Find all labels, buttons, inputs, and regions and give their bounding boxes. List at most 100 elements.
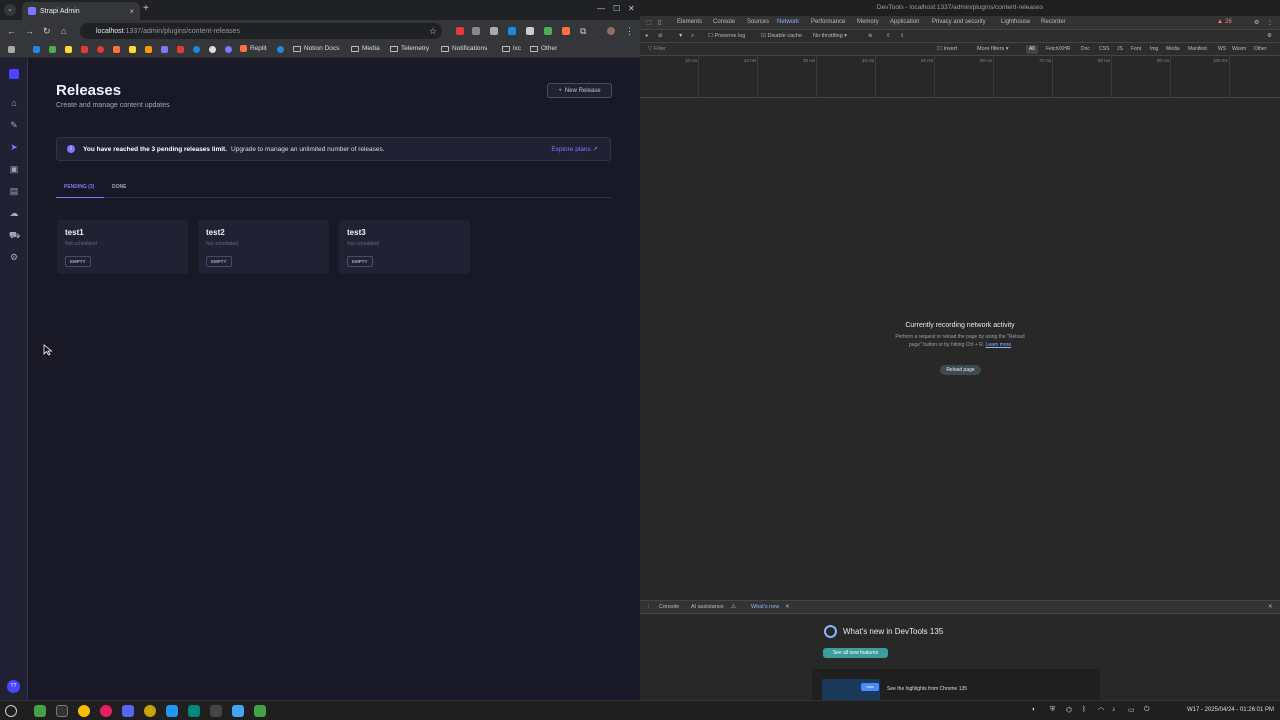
- tab-sources[interactable]: Sources: [747, 19, 769, 25]
- bookmark-replit[interactable]: Replit: [240, 45, 267, 52]
- app-icon[interactable]: [188, 705, 200, 717]
- tab-close-icon[interactable]: ×: [129, 7, 134, 16]
- bluetooth-icon[interactable]: ᛒ: [1082, 706, 1086, 713]
- extension-icon[interactable]: [456, 27, 464, 35]
- extension-icon[interactable]: [562, 27, 570, 35]
- tab-privacy-security[interactable]: Privacy and security: [932, 19, 986, 25]
- issues-icon[interactable]: ▲: [1217, 19, 1223, 25]
- extension-icon[interactable]: [508, 27, 516, 35]
- bookmark-icon[interactable]: [97, 46, 104, 53]
- release-card[interactable]: test3 Not scheduled EMPTY: [339, 220, 470, 274]
- tab-elements[interactable]: Elements: [677, 19, 702, 25]
- network-settings-icon[interactable]: ⚙: [1267, 33, 1272, 39]
- home-icon[interactable]: ⌂: [9, 98, 19, 108]
- apps-icon[interactable]: [8, 46, 15, 53]
- filter-chip-manifest[interactable]: Manifest: [1185, 45, 1210, 54]
- extension-icon[interactable]: [472, 27, 480, 35]
- tab-application[interactable]: Application: [890, 19, 919, 25]
- invert-checkbox[interactable]: ☐ Invert: [937, 46, 957, 52]
- network-conditions-icon[interactable]: ≋: [868, 33, 873, 39]
- throttling-select[interactable]: No throttling ▾: [813, 33, 847, 39]
- new-tab-button[interactable]: +: [143, 3, 149, 14]
- filter-chip-img[interactable]: Img: [1147, 45, 1161, 54]
- bookmark-icon[interactable]: [33, 46, 40, 53]
- strapi-logo[interactable]: [9, 69, 19, 79]
- tab-done[interactable]: DONE: [112, 184, 126, 190]
- explore-plans-link[interactable]: Explore plans ↗: [551, 145, 598, 153]
- tab-network[interactable]: Network: [777, 19, 799, 25]
- bookmark-other[interactable]: Other: [530, 45, 557, 52]
- record-icon[interactable]: ●: [645, 33, 648, 39]
- media-library-icon[interactable]: ▣: [9, 164, 19, 174]
- url-input[interactable]: localhost:1337/admin/plugins/content-rel…: [80, 23, 442, 39]
- release-card[interactable]: test2 Not scheduled EMPTY: [198, 220, 329, 274]
- wifi-icon[interactable]: ◠: [1098, 706, 1104, 714]
- profile-avatar[interactable]: [607, 27, 615, 35]
- drawer-tab-console[interactable]: Console: [659, 604, 679, 610]
- filter-icon[interactable]: ▼: [678, 33, 683, 39]
- marketplace-icon[interactable]: ⛟: [9, 230, 20, 240]
- browser-menu-icon[interactable]: ⋮: [625, 26, 634, 37]
- tab-performance[interactable]: Performance: [811, 19, 845, 25]
- close-drawer-icon[interactable]: ✕: [1268, 604, 1273, 610]
- settings-gear-icon[interactable]: ⚙: [9, 252, 19, 262]
- search-icon[interactable]: ⌕: [691, 33, 694, 40]
- bookmark-media[interactable]: Media: [351, 45, 380, 52]
- filter-chip-ws[interactable]: WS: [1215, 45, 1229, 54]
- new-release-button[interactable]: + New Release: [547, 83, 612, 98]
- slack-icon[interactable]: [100, 705, 112, 717]
- vpn-icon[interactable]: ⛨: [1050, 706, 1055, 714]
- volume-icon[interactable]: ♪: [1112, 706, 1116, 713]
- device-toolbar-icon[interactable]: ▯: [658, 19, 661, 26]
- bookmark-notion-docs[interactable]: Notion Docs: [293, 45, 339, 52]
- bookmark-notifications[interactable]: Notifications: [441, 45, 487, 52]
- vscode-icon[interactable]: [166, 705, 178, 717]
- browser-tab[interactable]: Strapi Admin ×: [22, 2, 140, 20]
- filter-chip-wasm[interactable]: Wasm: [1229, 45, 1249, 54]
- drawer-tab-ai-assistance[interactable]: AI assistance: [691, 604, 724, 610]
- bookmark-icon[interactable]: [49, 46, 56, 53]
- tab-lighthouse[interactable]: Lighthouse: [1001, 19, 1030, 25]
- reload-page-button[interactable]: Reload page: [940, 365, 981, 375]
- clock[interactable]: W17 - 2025/04/24 - 01:26:01 PM: [1187, 707, 1274, 713]
- bookmark-icon[interactable]: [81, 46, 88, 53]
- bookmark-telemetry[interactable]: Telemetry: [390, 45, 429, 52]
- user-avatar[interactable]: TT: [7, 680, 20, 693]
- tab-pending[interactable]: PENDING (3): [64, 184, 94, 190]
- close-window-icon[interactable]: ✕: [628, 4, 635, 13]
- filter-chip-fetch[interactable]: Fetch/XHR: [1043, 45, 1073, 54]
- bookmark-icon[interactable]: [225, 46, 232, 53]
- bookmark-icon[interactable]: [161, 46, 168, 53]
- clear-icon[interactable]: ⊘: [658, 33, 663, 39]
- tab-recorder[interactable]: Recorder: [1041, 19, 1066, 25]
- github-icon[interactable]: [209, 46, 216, 53]
- terminal-icon[interactable]: [56, 705, 68, 717]
- files-icon[interactable]: [34, 705, 46, 717]
- battery-icon[interactable]: ▭: [1128, 706, 1135, 714]
- reload-icon[interactable]: ↻: [43, 26, 51, 37]
- app-icon[interactable]: [210, 705, 222, 717]
- more-filters-select[interactable]: More filters ▾: [977, 46, 1009, 52]
- extensions-puzzle-icon[interactable]: ⧉: [580, 26, 586, 37]
- start-menu-icon[interactable]: [5, 705, 17, 717]
- app-icon[interactable]: [232, 705, 244, 717]
- deploy-cloud-icon[interactable]: ☁: [9, 208, 19, 218]
- release-card[interactable]: test1 Not scheduled EMPTY: [57, 220, 188, 274]
- bookmark-icon[interactable]: [129, 46, 136, 53]
- power-icon[interactable]: ⏻: [1144, 706, 1150, 714]
- minimize-icon[interactable]: —: [597, 4, 605, 13]
- filter-chip-js[interactable]: JS: [1114, 45, 1126, 54]
- filter-chip-media[interactable]: Media: [1163, 45, 1183, 54]
- drawer-menu-icon[interactable]: ⋮: [646, 604, 652, 610]
- discord-icon[interactable]: [122, 705, 134, 717]
- filter-chip-font[interactable]: Font: [1128, 45, 1144, 54]
- filter-chip-css[interactable]: CSS: [1096, 45, 1112, 54]
- bookmark-icon[interactable]: [277, 46, 284, 53]
- content-manager-icon[interactable]: ▤: [9, 186, 19, 196]
- bookmark-lxc[interactable]: lxc: [502, 45, 521, 52]
- extension-icon[interactable]: [490, 27, 498, 35]
- highlights-card[interactable]: new See the highlights from Chrome 135: [812, 669, 1100, 701]
- back-icon[interactable]: ←: [7, 26, 16, 36]
- bookmark-icon[interactable]: [145, 46, 152, 53]
- settings-gear-icon[interactable]: ⚙: [1254, 19, 1259, 26]
